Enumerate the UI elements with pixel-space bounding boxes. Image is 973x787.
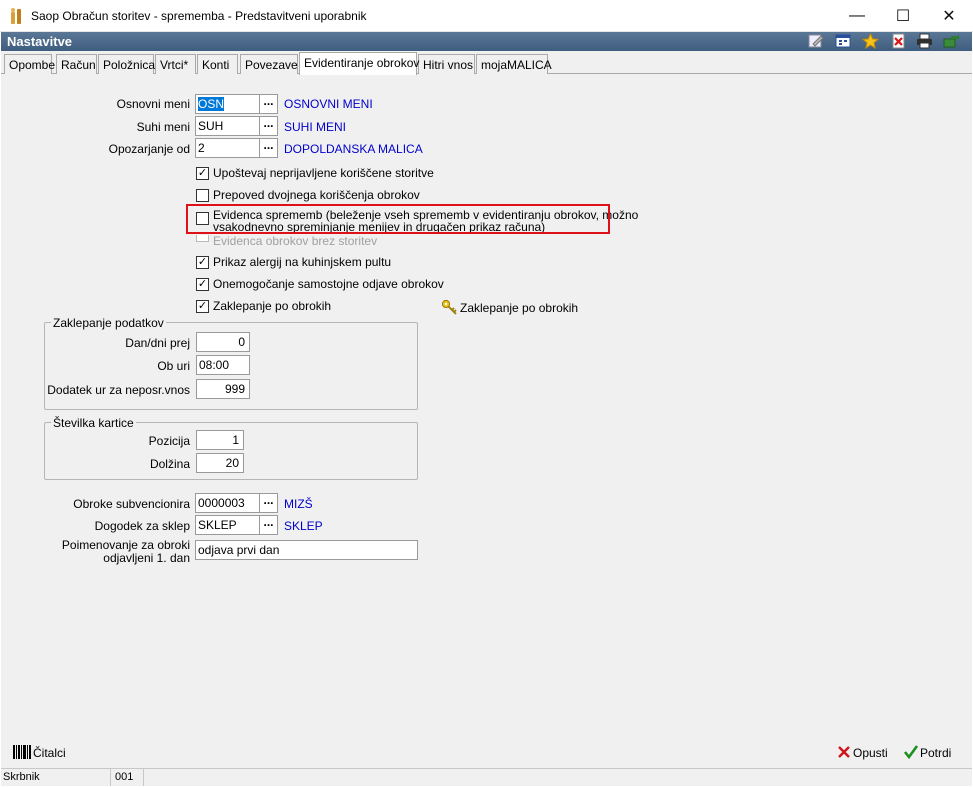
tab-opombe[interactable]: Opombe xyxy=(4,54,55,74)
minimize-button[interactable]: — xyxy=(834,0,880,32)
evidenca-brez-checkbox[interactable] xyxy=(196,235,209,242)
tab-vrtci[interactable]: Vrtci* xyxy=(155,54,196,74)
app-icon xyxy=(11,8,21,24)
suhi-meni-lookup-button[interactable]: ... xyxy=(259,116,278,136)
bottom-bar xyxy=(1,738,972,768)
osnovni-meni-value: OSN xyxy=(198,97,225,111)
poimenovanje-input[interactable]: odjava prvi dan xyxy=(195,540,418,560)
upostevaj-checkbox[interactable]: ✓ xyxy=(196,167,209,180)
suhi-meni-label: Suhi meni xyxy=(136,120,190,134)
status-empty xyxy=(146,769,972,786)
dodatek-ur-label: Dodatek ur za neposr.vnos xyxy=(47,383,190,397)
obroke-subvencionira-lookup-button[interactable]: ... xyxy=(259,493,278,513)
tab-povezave[interactable]: Povezave xyxy=(240,54,298,74)
suhi-meni-input[interactable]: SUH xyxy=(195,116,260,136)
ob-uri-input[interactable]: 08:00 xyxy=(196,355,250,375)
dan-dni-prej-label: Dan/dni prej xyxy=(125,336,190,350)
upostevaj-label: Upoštevaj neprijavljene koriščene storit… xyxy=(213,166,434,180)
close-button[interactable]: ✕ xyxy=(926,0,972,32)
stevilka-kartice-title: Številka kartice xyxy=(51,416,136,430)
osnovni-meni-lookup-button[interactable]: ... xyxy=(259,94,278,114)
obroke-subvencionira-link[interactable]: MIZŠ xyxy=(284,497,313,511)
key-icon xyxy=(441,299,457,315)
onemogocanje-label: Onemogočanje samostojne odjave obrokov xyxy=(213,277,444,291)
zaklepanje-podatkov-title: Zaklepanje podatkov xyxy=(51,316,166,330)
obroke-subvencionira-input[interactable]: 0000003 xyxy=(195,493,260,513)
osnovni-meni-input[interactable]: OSN xyxy=(195,94,260,114)
tab-evidentiranje-obrokov[interactable]: Evidentiranje obrokov xyxy=(299,52,419,75)
pozicija-label: Pozicija xyxy=(148,434,190,448)
export-icon[interactable] xyxy=(943,33,960,49)
zaklepanje-checkbox[interactable]: ✓ xyxy=(196,300,209,313)
alergije-label: Prikaz alergij na kuhinjskem pultu xyxy=(213,255,392,269)
tab-racun[interactable]: Račun xyxy=(56,54,97,74)
opozarjanje-od-label: Opozarjanje od xyxy=(108,142,190,156)
status-user: Skrbnik xyxy=(1,769,111,786)
tab-konti[interactable]: Konti xyxy=(197,54,238,74)
opozarjanje-od-link[interactable]: DOPOLDANSKA MALICA xyxy=(284,142,423,156)
dogodek-za-sklep-link[interactable]: SKLEP xyxy=(284,519,323,533)
dolzina-label: Dolžina xyxy=(149,457,190,471)
calendar-icon[interactable] xyxy=(835,33,852,49)
window-title: Saop Obračun storitev - sprememba - Pred… xyxy=(31,9,367,23)
barcode-icon xyxy=(13,745,31,759)
edit-icon[interactable] xyxy=(808,33,825,49)
cancel-x-icon xyxy=(838,746,850,758)
poimenovanje-label-line1: Poimenovanje za obroki xyxy=(61,538,190,552)
dogodek-za-sklep-input[interactable]: SKLEP xyxy=(195,515,260,535)
dodatek-ur-input[interactable]: 999 xyxy=(196,379,250,399)
confirm-check-icon xyxy=(903,745,919,760)
prepoved-label: Prepoved dvojnega koriščenja obrokov xyxy=(213,188,420,202)
status-code: 001 xyxy=(113,769,144,786)
zaklepanje-po-obrokih-button[interactable]: Zaklepanje po obrokih xyxy=(460,301,578,315)
dolzina-input[interactable]: 20 xyxy=(196,453,244,473)
highlight-box xyxy=(186,204,610,234)
header-band xyxy=(1,32,972,51)
onemogocanje-checkbox[interactable]: ✓ xyxy=(196,278,209,291)
citalci-button[interactable]: Čitalci xyxy=(33,746,66,760)
osnovni-meni-link[interactable]: OSNOVNI MENI xyxy=(284,97,373,111)
evidenca-brez-label: Evidenca obrokov brez storitev xyxy=(213,234,378,248)
dogodek-za-sklep-lookup-button[interactable]: ... xyxy=(259,515,278,535)
opusti-button[interactable]: Opusti xyxy=(853,746,888,760)
potrdi-button[interactable]: Potrdi xyxy=(920,746,951,760)
pozicija-input[interactable]: 1 xyxy=(196,430,244,450)
osnovni-meni-label: Osnovni meni xyxy=(116,97,190,111)
tab-polozinca[interactable]: Položnica xyxy=(98,54,155,74)
zaklepanje-label: Zaklepanje po obrokih xyxy=(213,299,332,313)
delete-icon[interactable] xyxy=(890,33,907,49)
favorite-star-icon[interactable] xyxy=(862,33,879,49)
suhi-meni-link[interactable]: SUHI MENI xyxy=(284,120,346,134)
prepoved-checkbox[interactable] xyxy=(196,189,209,202)
print-icon[interactable] xyxy=(916,33,933,49)
ob-uri-label: Ob uri xyxy=(157,359,190,373)
dogodek-za-sklep-label: Dogodek za sklep xyxy=(94,519,190,533)
dan-dni-prej-input[interactable]: 0 xyxy=(196,332,250,352)
tab-hitri-vnos[interactable]: Hitri vnos xyxy=(418,54,475,74)
obroke-subvencionira-label: Obroke subvencionira xyxy=(73,497,190,511)
opozarjanje-od-lookup-button[interactable]: ... xyxy=(259,138,278,158)
alergije-checkbox[interactable]: ✓ xyxy=(196,256,209,269)
opozarjanje-od-input[interactable]: 2 xyxy=(195,138,260,158)
maximize-button[interactable]: ☐ xyxy=(880,0,926,32)
page-title: Nastavitve xyxy=(7,34,73,49)
tab-mojamalica[interactable]: mojaMALICA xyxy=(476,54,552,74)
poimenovanje-label-line2: odjavljeni 1. dan xyxy=(103,551,190,565)
